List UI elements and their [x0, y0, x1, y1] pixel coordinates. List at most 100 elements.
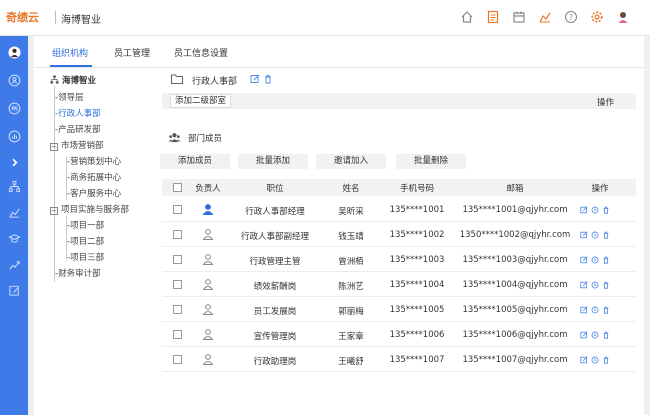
rs-icon[interactable] — [4, 98, 24, 118]
edit-icon[interactable] — [580, 331, 588, 339]
hierarchy-icon[interactable] — [4, 176, 24, 196]
cell-name: 曾洲栢 — [338, 257, 364, 267]
row-checkbox[interactable] — [173, 230, 182, 239]
cell-name: 王家章 — [338, 332, 364, 342]
tree-item-project-2[interactable]: -项目二部 — [67, 235, 104, 247]
tree-item-project-3[interactable]: -项目三部 — [67, 251, 104, 263]
batch-delete-button[interactable]: 批量删除 — [396, 154, 466, 169]
tree-item-project-1[interactable]: -项目一部 — [67, 219, 104, 231]
edit-icon[interactable] — [580, 281, 588, 289]
cell-email: 135****1006@qjyhr.com — [462, 330, 568, 340]
calendar-icon[interactable] — [510, 8, 528, 26]
delete-icon[interactable] — [602, 331, 610, 339]
view-icon[interactable] — [591, 206, 599, 214]
user-icon[interactable] — [4, 42, 24, 62]
tree-root[interactable]: 海博智业 — [50, 74, 96, 86]
edit-icon[interactable] — [580, 356, 588, 364]
edit-doc-icon[interactable] — [4, 280, 24, 300]
cell-phone: 135****1001 — [389, 205, 445, 215]
edit-icon[interactable] — [580, 306, 588, 314]
tree-item-rnd[interactable]: -产品研发部 — [55, 123, 101, 135]
department-name: 行政人事部 — [192, 77, 238, 87]
stats-icon[interactable] — [4, 126, 24, 146]
tree-item-business-development[interactable]: -商务拓展中心 — [67, 171, 121, 183]
person-icon[interactable] — [202, 228, 214, 240]
edit-icon[interactable] — [250, 74, 260, 84]
view-icon[interactable] — [591, 306, 599, 314]
leader-icon[interactable] — [202, 203, 214, 215]
view-icon[interactable] — [591, 281, 599, 289]
delete-icon[interactable] — [602, 256, 610, 264]
collapse-toggle[interactable]: − — [50, 207, 58, 215]
tree-item-marketing-planning[interactable]: -营销策划中心 — [67, 155, 121, 167]
tree-item-admin-hr[interactable]: -行政人事部 — [55, 107, 101, 119]
select-all-checkbox[interactable] — [173, 183, 182, 192]
gear-icon[interactable] — [588, 8, 606, 26]
cell-phone: 135****1006 — [389, 330, 445, 340]
row-checkbox[interactable] — [173, 330, 182, 339]
row-checkbox[interactable] — [173, 280, 182, 289]
analytics-icon[interactable] — [4, 202, 24, 222]
home-icon[interactable] — [458, 8, 476, 26]
delete-icon[interactable] — [602, 281, 610, 289]
cell-email: 135****1007@qjyhr.com — [462, 355, 568, 365]
cell-name: 王曦舒 — [338, 357, 364, 367]
tree-item-finance-audit[interactable]: -财务审计部 — [55, 267, 101, 279]
sales-icon[interactable] — [4, 254, 24, 274]
edit-icon[interactable] — [580, 206, 588, 214]
org-icon[interactable] — [4, 70, 24, 90]
sidebar — [0, 36, 28, 415]
tab-organization[interactable]: 组织机构 — [52, 46, 88, 59]
edit-icon[interactable] — [580, 256, 588, 264]
view-icon[interactable] — [591, 331, 599, 339]
person-icon[interactable] — [202, 253, 214, 265]
view-icon[interactable] — [591, 256, 599, 264]
delete-icon[interactable] — [602, 306, 610, 314]
cell-position: 行政人事部副经理 — [240, 232, 309, 242]
tree-item-project-implementation[interactable]: − 项目实施与服务部 — [50, 203, 129, 215]
add-member-button[interactable]: 添加成员 — [160, 154, 230, 169]
invite-button[interactable]: 邀请加入 — [316, 154, 386, 169]
view-icon[interactable] — [591, 356, 599, 364]
delete-icon[interactable] — [602, 206, 610, 214]
header-position: 职位 — [266, 184, 284, 194]
row-checkbox[interactable] — [173, 355, 182, 364]
tab-employee-management[interactable]: 员工管理 — [114, 46, 150, 59]
cell-name: 陈洲艺 — [338, 282, 364, 292]
cell-email: 135****1004@qjyhr.com — [462, 280, 568, 290]
cell-email: 135****1005@qjyhr.com — [462, 305, 568, 315]
cell-name: 郭丽梅 — [338, 307, 364, 317]
tree-item-marketing[interactable]: − 市场营销部 — [50, 139, 104, 151]
expand-icon[interactable] — [4, 152, 24, 172]
cap-icon[interactable] — [4, 228, 24, 248]
delete-icon[interactable] — [602, 356, 610, 364]
edit-icon[interactable] — [580, 231, 588, 239]
tab-employee-info-settings[interactable]: 员工信息设置 — [174, 46, 228, 59]
person-icon[interactable] — [202, 278, 214, 290]
document-icon[interactable] — [484, 8, 502, 26]
person-icon[interactable] — [202, 353, 214, 365]
tree-item-customer-service[interactable]: -客户服务中心 — [67, 187, 121, 199]
delete-icon[interactable] — [263, 74, 273, 84]
batch-add-button[interactable]: 批量添加 — [238, 154, 308, 169]
person-icon[interactable] — [202, 328, 214, 340]
add-sub-department-button[interactable]: 添加二级部室 — [170, 94, 232, 108]
row-checkbox[interactable] — [173, 205, 182, 214]
folder-icon — [170, 74, 184, 85]
app-logo[interactable]: 奇绩云 — [6, 9, 39, 25]
collapse-toggle[interactable]: − — [50, 143, 58, 151]
cell-name: 吴昕采 — [338, 207, 364, 217]
tree-item-leadership[interactable]: -领导层 — [55, 91, 84, 103]
header-email: 邮箱 — [506, 184, 524, 194]
cell-phone: 135****1003 — [389, 255, 445, 265]
delete-icon[interactable] — [602, 231, 610, 239]
avatar[interactable] — [614, 8, 632, 26]
row-checkbox[interactable] — [173, 255, 182, 264]
chart-icon[interactable] — [536, 8, 554, 26]
view-icon[interactable] — [591, 231, 599, 239]
cell-phone: 135****1004 — [389, 280, 445, 290]
person-icon[interactable] — [202, 303, 214, 315]
row-checkbox[interactable] — [173, 305, 182, 314]
help-icon[interactable]: ? — [562, 8, 580, 26]
members-icon — [168, 133, 181, 143]
